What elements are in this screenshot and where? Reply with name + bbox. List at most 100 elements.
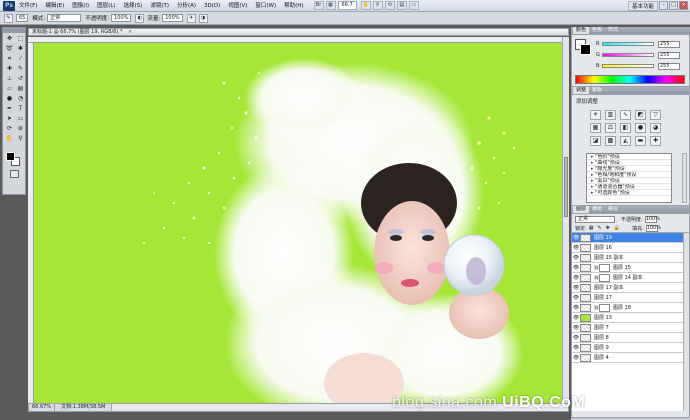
green-slider[interactable] [602, 53, 654, 57]
panel-tab[interactable]: 样式 [605, 27, 621, 34]
brush-size-picker[interactable]: 65 [16, 14, 29, 22]
status-zoom[interactable]: 66.67% [29, 404, 56, 411]
menu-item[interactable]: 分析(A) [173, 0, 200, 12]
3d-orbit-tool-icon[interactable]: ⊛ [15, 124, 26, 134]
lock-pixels-icon[interactable]: ✎ [597, 225, 601, 231]
visibility-eye-icon[interactable]: 👁 [572, 235, 580, 241]
pen-tool-icon[interactable]: ✒ [4, 104, 15, 114]
arrange-documents-icon[interactable]: ▤ [396, 1, 407, 10]
panel-background-swatch[interactable] [580, 44, 591, 55]
layer-row[interactable]: 👁 图层 9 [572, 343, 684, 353]
menu-item[interactable]: 窗口(W) [251, 0, 280, 12]
layer-row[interactable]: 👁 图层 17 [572, 293, 684, 303]
lock-all-icon[interactable]: 🔒 [614, 225, 620, 231]
scrollbar-thumb[interactable] [564, 157, 568, 217]
menu-item[interactable]: 3D(D) [200, 0, 224, 12]
eraser-tool-icon[interactable]: ▱ [4, 84, 15, 94]
maximize-icon[interactable]: □ [669, 1, 678, 10]
document-close-icon[interactable]: × [128, 29, 132, 35]
visibility-eye-icon[interactable]: 👁 [572, 345, 580, 351]
menu-item[interactable]: 帮助(H) [280, 0, 307, 12]
threshold-icon[interactable]: ◭ [620, 136, 631, 146]
menu-item[interactable]: 选择(S) [120, 0, 147, 12]
layer-mask-thumbnail[interactable] [599, 273, 610, 282]
visibility-eye-icon[interactable]: 👁 [572, 275, 580, 281]
eyedropper-tool-icon[interactable]: ⁄ [15, 54, 26, 64]
pressure-opacity-icon[interactable]: ◐ [135, 13, 145, 23]
zoom-level-select[interactable]: 66.7 [337, 1, 357, 10]
visibility-eye-icon[interactable]: 👁 [572, 335, 580, 341]
pressure-size-icon[interactable]: ◑ [198, 13, 208, 23]
layer-row[interactable]: 👁 图层 16 [572, 243, 684, 253]
panel-tab[interactable]: 通道 [589, 206, 605, 213]
mode-select[interactable]: 正常 [47, 14, 82, 22]
vibrance-icon[interactable]: ▽ [650, 110, 661, 120]
hue-saturation-icon[interactable]: ▦ [590, 123, 601, 133]
flow-input[interactable]: 100% [162, 14, 183, 22]
view-extras-icon[interactable]: ▦ [325, 1, 336, 10]
gradient-map-icon[interactable]: ▬ [635, 136, 646, 146]
visibility-eye-icon[interactable]: 👁 [572, 355, 580, 361]
panel-tab[interactable]: 调整 [573, 87, 590, 94]
brightness-icon[interactable]: ☀ [590, 110, 601, 120]
status-doc-size[interactable]: 文档:1.38M/38.5M [55, 404, 111, 411]
visibility-eye-icon[interactable]: 👁 [572, 285, 580, 291]
layer-row[interactable]: 👁 ⛓ 图层 14 副本 [572, 273, 684, 283]
green-value[interactable]: 255 [658, 51, 680, 59]
zoom-tool-icon[interactable]: ⚲ [372, 1, 383, 10]
visibility-eye-icon[interactable]: 👁 [572, 255, 580, 261]
hand-tool-icon[interactable]: ✋ [360, 1, 371, 10]
curves-icon[interactable]: ∿ [620, 110, 631, 120]
layer-row[interactable]: 👁 图层 8 [572, 333, 684, 343]
minimize-icon[interactable]: – [659, 1, 668, 10]
layer-row[interactable]: 👁 ⛓ 图层 18 [572, 303, 684, 313]
layer-row[interactable]: 👁 图层 7 [572, 323, 684, 333]
hand-tool-icon[interactable]: ✋ [4, 134, 15, 144]
menu-item[interactable]: 滤镜(T) [146, 0, 173, 12]
menu-item[interactable]: 视图(V) [224, 0, 251, 12]
red-slider[interactable] [602, 42, 654, 46]
quick-select-tool-icon[interactable]: ✱ [15, 44, 26, 54]
preset-scrollbar[interactable] [682, 153, 687, 203]
menu-item[interactable]: 编辑(E) [41, 0, 68, 12]
black-white-icon[interactable]: ◧ [620, 123, 631, 133]
foreground-color-swatch[interactable] [6, 152, 15, 161]
visibility-eye-icon[interactable]: 👁 [572, 325, 580, 331]
layer-opacity-input[interactable]: 100% [644, 215, 660, 223]
exposure-icon[interactable]: ◩ [635, 110, 646, 120]
layer-mask-thumbnail[interactable] [599, 263, 610, 272]
history-brush-tool-icon[interactable]: ↺ [15, 74, 26, 84]
opacity-input[interactable]: 100% [111, 14, 132, 22]
shape-tool-icon[interactable]: ▭ [15, 114, 26, 124]
layer-row[interactable]: 👁 图层 17 副本 [572, 283, 684, 293]
move-tool-icon[interactable]: ✥ [4, 34, 15, 44]
type-tool-icon[interactable]: T [15, 104, 26, 114]
lasso-tool-icon[interactable]: ➰ [4, 44, 15, 54]
document-tab[interactable]: 未标题-1 @ 66.7% (图层 19, RGB/8) * × [28, 28, 569, 36]
visibility-eye-icon[interactable]: 👁 [572, 305, 580, 311]
blue-value[interactable]: 255 [658, 62, 680, 70]
fill-input[interactable]: 100% [645, 224, 661, 232]
layer-row[interactable]: 👁 图层 4 [572, 353, 684, 363]
color-spectrum[interactable] [575, 75, 685, 84]
posterize-icon[interactable]: ▩ [605, 136, 616, 146]
quick-mask-icon[interactable] [10, 170, 19, 178]
preset-item[interactable]: "可选颜色"预设 [587, 190, 671, 196]
menu-item[interactable]: 图层(L) [93, 0, 119, 12]
visibility-eye-icon[interactable]: 👁 [572, 315, 580, 321]
image-canvas[interactable] [34, 43, 562, 403]
menu-item[interactable]: 文件(F) [15, 0, 41, 12]
layer-row[interactable]: 👁 图层 13 [572, 313, 684, 323]
crop-tool-icon[interactable]: ⌗ [4, 54, 15, 64]
3d-rotate-tool-icon[interactable]: ⟳ [4, 124, 15, 134]
visibility-eye-icon[interactable]: 👁 [572, 245, 580, 251]
clone-stamp-tool-icon[interactable]: ⊥ [4, 74, 15, 84]
vertical-scrollbar[interactable] [562, 37, 569, 403]
panel-tab[interactable]: 色板 [589, 27, 605, 34]
panel-tab[interactable]: 蒙版 [589, 87, 605, 94]
bridge-icon[interactable]: Br [313, 1, 324, 10]
panel-tab[interactable]: 图层 [573, 206, 590, 213]
color-balance-icon[interactable]: ⚖ [605, 123, 616, 133]
gradient-tool-icon[interactable]: ▤ [15, 84, 26, 94]
layers-scrollbar[interactable] [683, 233, 689, 411]
